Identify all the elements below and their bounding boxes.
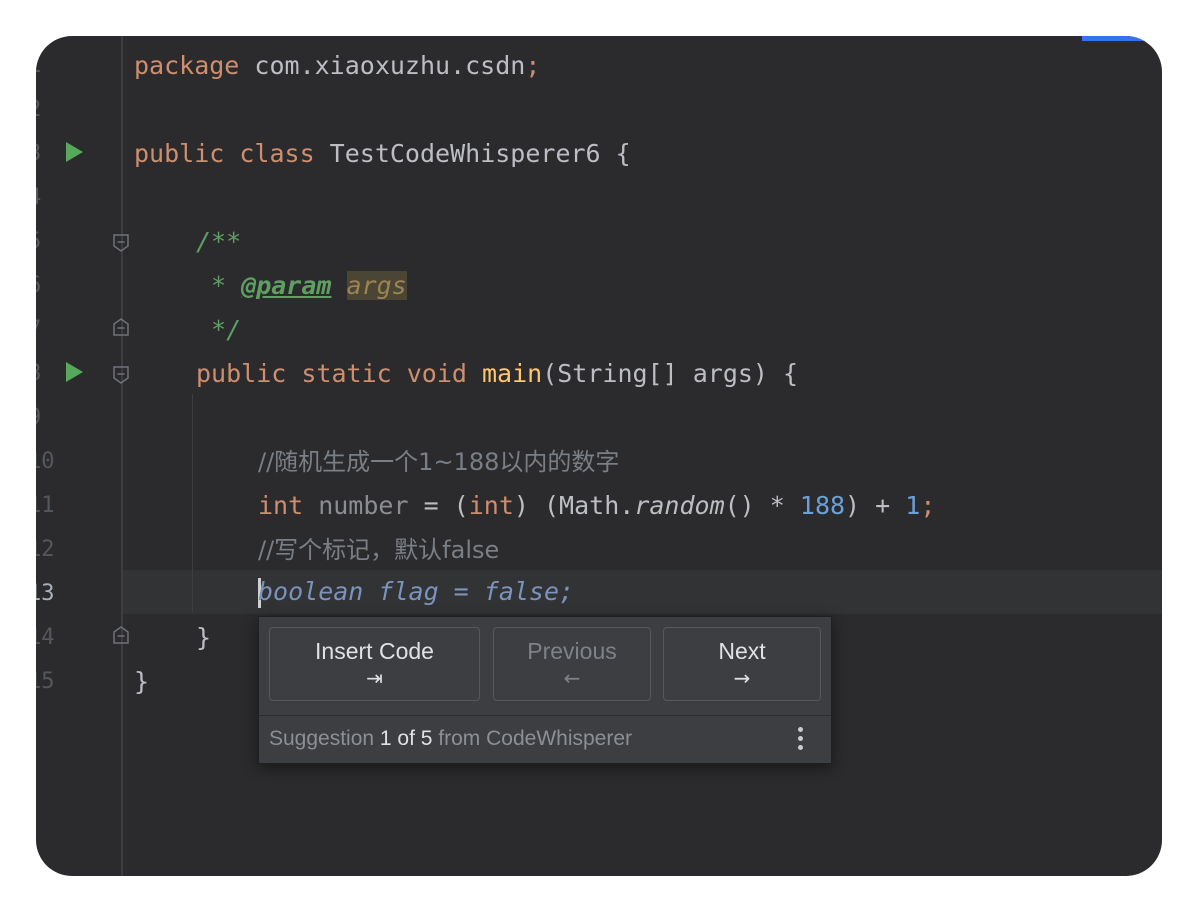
run-main-icon[interactable] bbox=[66, 362, 83, 382]
code-line-suggestion[interactable]: boolean flag = false; bbox=[258, 570, 574, 614]
line-number: 10 bbox=[36, 449, 55, 474]
expression: ) + bbox=[845, 491, 906, 520]
method-name: main bbox=[466, 359, 543, 388]
fold-collapse-icon[interactable] bbox=[113, 366, 129, 384]
javadoc: * bbox=[196, 271, 242, 300]
semicolon: ; bbox=[525, 51, 541, 80]
previous-button[interactable]: Previous ← bbox=[493, 627, 651, 701]
method-call: random bbox=[634, 491, 725, 520]
comment: //写个标记，默认false bbox=[258, 536, 500, 564]
tab-indicator bbox=[1082, 36, 1162, 41]
line-number: 11 bbox=[36, 493, 55, 518]
keyword: class bbox=[224, 139, 315, 168]
variable: number bbox=[303, 491, 409, 520]
code-line-method-close[interactable]: } bbox=[196, 616, 211, 660]
javadoc: /** bbox=[196, 227, 242, 256]
suggestion-popup: Insert Code ⇥ Previous ← Next → Suggesti… bbox=[258, 616, 832, 764]
tab-key-icon: ⇥ bbox=[366, 666, 383, 690]
expression: () * bbox=[724, 491, 800, 520]
popup-divider bbox=[259, 715, 831, 716]
keyword: int bbox=[468, 491, 514, 520]
fold-end-icon[interactable] bbox=[113, 318, 129, 336]
package-name: com.xiaoxuzhu.csdn bbox=[239, 51, 526, 80]
line-number: 9 bbox=[36, 396, 48, 440]
line-number: 3 bbox=[36, 132, 48, 176]
class-name: TestCodeWhisperer6 { bbox=[314, 139, 631, 168]
line-number: 15 bbox=[36, 669, 55, 694]
code-line-class-decl[interactable]: public class TestCodeWhisperer6 { bbox=[134, 132, 631, 176]
javadoc: */ bbox=[196, 315, 242, 344]
javadoc-tag: @param bbox=[241, 271, 332, 300]
expression: ) (Math. bbox=[513, 491, 635, 520]
arrow-right-icon: → bbox=[733, 666, 751, 690]
line-number: 1 bbox=[36, 44, 48, 88]
fold-collapse-icon[interactable] bbox=[113, 234, 129, 252]
line-number: 5 bbox=[36, 220, 48, 264]
previous-label: Previous bbox=[527, 638, 617, 664]
insert-code-label: Insert Code bbox=[315, 638, 434, 664]
comment: //随机生成一个1~188以内的数字 bbox=[258, 448, 620, 476]
code-line-package[interactable]: package com.xiaoxuzhu.csdn; bbox=[134, 44, 540, 88]
fold-end-icon[interactable] bbox=[113, 626, 129, 644]
code-line-javadoc-close[interactable]: */ bbox=[196, 308, 241, 352]
code-line-comment-random[interactable]: //随机生成一个1~188以内的数字 bbox=[258, 440, 619, 484]
next-label: Next bbox=[718, 638, 766, 664]
keyword: void bbox=[391, 359, 467, 388]
keyword: package bbox=[134, 51, 240, 80]
keyword: public bbox=[196, 359, 287, 388]
line-number: 8 bbox=[36, 352, 48, 396]
javadoc-param-name: args bbox=[346, 271, 407, 300]
keyword: static bbox=[286, 359, 392, 388]
keyword: int bbox=[258, 491, 304, 520]
code-line-comment-flag[interactable]: //写个标记，默认false bbox=[258, 528, 499, 572]
editor-window: 1 2 3 4 5 6 7 8 9 10 11 12 13 14 15 pack… bbox=[36, 36, 1162, 876]
line-number: 2 bbox=[36, 88, 48, 132]
code-line-int-number[interactable]: int number = (int) (Math.random() * 188)… bbox=[258, 484, 935, 528]
method-signature: (String[] args) { bbox=[542, 359, 799, 388]
status-suffix: from CodeWhisperer bbox=[432, 727, 633, 750]
inline-suggestion-text: boolean flag = false; bbox=[258, 577, 575, 606]
brace: } bbox=[196, 623, 212, 652]
line-number: 14 bbox=[36, 625, 55, 650]
line-number-current: 13 bbox=[36, 581, 55, 606]
indent-guide bbox=[192, 394, 193, 612]
number-literal: 188 bbox=[799, 491, 846, 520]
code-line-main-decl[interactable]: public static void main(String[] args) { bbox=[196, 352, 798, 396]
run-class-icon[interactable] bbox=[66, 142, 83, 162]
code-line-javadoc-param[interactable]: * @param args bbox=[196, 264, 407, 308]
suggestion-status: Suggestion 1 of 5 from CodeWhisperer bbox=[269, 725, 632, 753]
brace: } bbox=[134, 667, 150, 696]
code-line-javadoc-open[interactable]: /** bbox=[196, 220, 241, 264]
arrow-left-icon: ← bbox=[563, 666, 581, 690]
suggestion-index: 1 of 5 bbox=[379, 727, 433, 750]
insert-code-button[interactable]: Insert Code ⇥ bbox=[269, 627, 480, 701]
operator: = ( bbox=[408, 491, 469, 520]
line-number: 7 bbox=[36, 308, 48, 352]
gutter-divider bbox=[121, 36, 123, 876]
line-number: 4 bbox=[36, 176, 48, 220]
more-options-icon[interactable] bbox=[793, 725, 807, 755]
line-number: 12 bbox=[36, 537, 55, 562]
semicolon: ; bbox=[920, 491, 936, 520]
line-number: 6 bbox=[36, 264, 48, 308]
next-button[interactable]: Next → bbox=[663, 627, 821, 701]
keyword: public bbox=[134, 139, 225, 168]
code-line-class-close[interactable]: } bbox=[134, 660, 149, 704]
number-literal: 1 bbox=[905, 491, 921, 520]
status-prefix: Suggestion bbox=[269, 727, 380, 750]
